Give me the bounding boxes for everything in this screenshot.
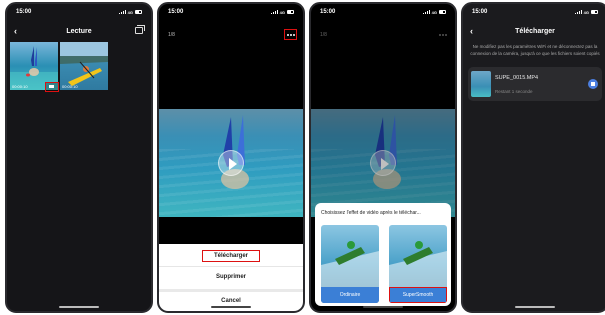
battery-icon bbox=[591, 10, 598, 14]
effect-preview-image bbox=[321, 241, 379, 287]
status-bar: 15:00 4G bbox=[463, 4, 605, 20]
thumbnail-image-kayak bbox=[60, 42, 108, 86]
page-title: Lecture bbox=[66, 27, 92, 35]
download-label: Télécharger bbox=[201, 249, 261, 262]
phone-screen-viewer: 15:00 4G 1/8 Télécharger Supprimer Cance… bbox=[157, 2, 305, 313]
status-bar: 15:00 4G bbox=[159, 4, 303, 20]
battery-icon bbox=[287, 10, 294, 14]
status-bar: 15:00 4G bbox=[311, 4, 455, 20]
phone-screen-playback: 15:00 4G ‹ Lecture 00:00:10 00:00:10 bbox=[5, 2, 153, 313]
home-indicator bbox=[515, 306, 555, 308]
status-icons: 4G bbox=[574, 9, 598, 15]
media-counter: 1/8 bbox=[168, 32, 175, 38]
status-icons: 4G bbox=[422, 9, 446, 15]
signal-icon bbox=[422, 10, 430, 14]
status-time: 15:00 bbox=[472, 9, 488, 15]
thumbnail-item[interactable]: 00:00:10 bbox=[60, 42, 108, 90]
network-label: 4G bbox=[431, 9, 437, 15]
network-label: 4G bbox=[127, 9, 133, 15]
chevron-left-icon[interactable]: ‹ bbox=[470, 25, 473, 37]
play-icon[interactable] bbox=[370, 150, 396, 176]
battery-icon bbox=[439, 10, 446, 14]
delete-action[interactable]: Supprimer bbox=[159, 266, 303, 287]
signal-icon bbox=[574, 10, 582, 14]
home-indicator bbox=[211, 306, 251, 308]
status-time: 15:00 bbox=[16, 9, 32, 15]
download-item: SUPE_0015.MP4 Restant 1 seconde bbox=[468, 67, 602, 101]
network-label: 4G bbox=[583, 9, 589, 15]
file-name: SUPE_0015.MP4 bbox=[495, 75, 539, 81]
download-warning: Ne modifiez pas les paramètres WiFi et n… bbox=[470, 44, 600, 56]
effect-option-supersmooth[interactable]: SuperSmooth bbox=[389, 225, 447, 303]
file-thumbnail bbox=[471, 71, 491, 97]
status-time: 15:00 bbox=[320, 9, 336, 15]
nav-bar: ‹ Télécharger bbox=[463, 24, 605, 38]
video-type-icon[interactable] bbox=[45, 82, 59, 92]
network-label: 4G bbox=[279, 9, 285, 15]
duration-label: 00:00:10 bbox=[12, 84, 28, 89]
page-title: Télécharger bbox=[515, 27, 555, 35]
home-indicator bbox=[363, 306, 403, 308]
phone-screen-effect-choice: 15:00 4G 1/8 Choisissez l'effet de vidéo… bbox=[309, 2, 457, 313]
play-icon[interactable] bbox=[218, 150, 244, 176]
video-preview[interactable] bbox=[311, 109, 455, 217]
more-icon[interactable] bbox=[436, 29, 449, 40]
video-preview[interactable] bbox=[159, 109, 303, 217]
stop-icon[interactable] bbox=[588, 79, 598, 89]
home-indicator bbox=[59, 306, 99, 308]
transfer-icon[interactable] bbox=[135, 25, 145, 34]
effect-option-ordinary[interactable]: Ordinaire bbox=[321, 225, 379, 303]
battery-icon bbox=[135, 10, 142, 14]
phone-screen-download: 15:00 4G ‹ Télécharger Ne modifiez pas l… bbox=[461, 2, 605, 313]
status-bar: 15:00 4G bbox=[7, 4, 151, 20]
delete-label: Supprimer bbox=[215, 274, 246, 280]
effect-preview-image bbox=[389, 241, 447, 287]
cancel-label: Cancel bbox=[221, 298, 241, 304]
chevron-left-icon[interactable]: ‹ bbox=[14, 25, 17, 37]
effect-button-supersmooth[interactable]: SuperSmooth bbox=[389, 287, 447, 303]
effect-chooser-sheet: Choisissez l'effet de vidéo après le tél… bbox=[315, 203, 451, 306]
effect-button-ordinary[interactable]: Ordinaire bbox=[321, 287, 379, 303]
signal-icon bbox=[118, 10, 126, 14]
media-counter: 1/8 bbox=[320, 32, 327, 38]
thumbnail-grid: 00:00:10 00:00:10 bbox=[10, 42, 108, 90]
signal-icon bbox=[270, 10, 278, 14]
action-sheet: Télécharger Supprimer Cancel bbox=[159, 244, 303, 311]
nav-bar: ‹ Lecture bbox=[7, 24, 151, 38]
duration-label: 00:00:10 bbox=[62, 84, 78, 89]
time-remaining: Restant 1 seconde bbox=[495, 89, 533, 94]
status-icons: 4G bbox=[270, 9, 294, 15]
status-time: 15:00 bbox=[168, 9, 184, 15]
more-icon[interactable] bbox=[284, 29, 297, 40]
status-icons: 4G bbox=[118, 9, 142, 15]
download-action[interactable]: Télécharger bbox=[159, 245, 303, 266]
effect-prompt: Choisissez l'effet de vidéo après le tél… bbox=[321, 210, 421, 216]
